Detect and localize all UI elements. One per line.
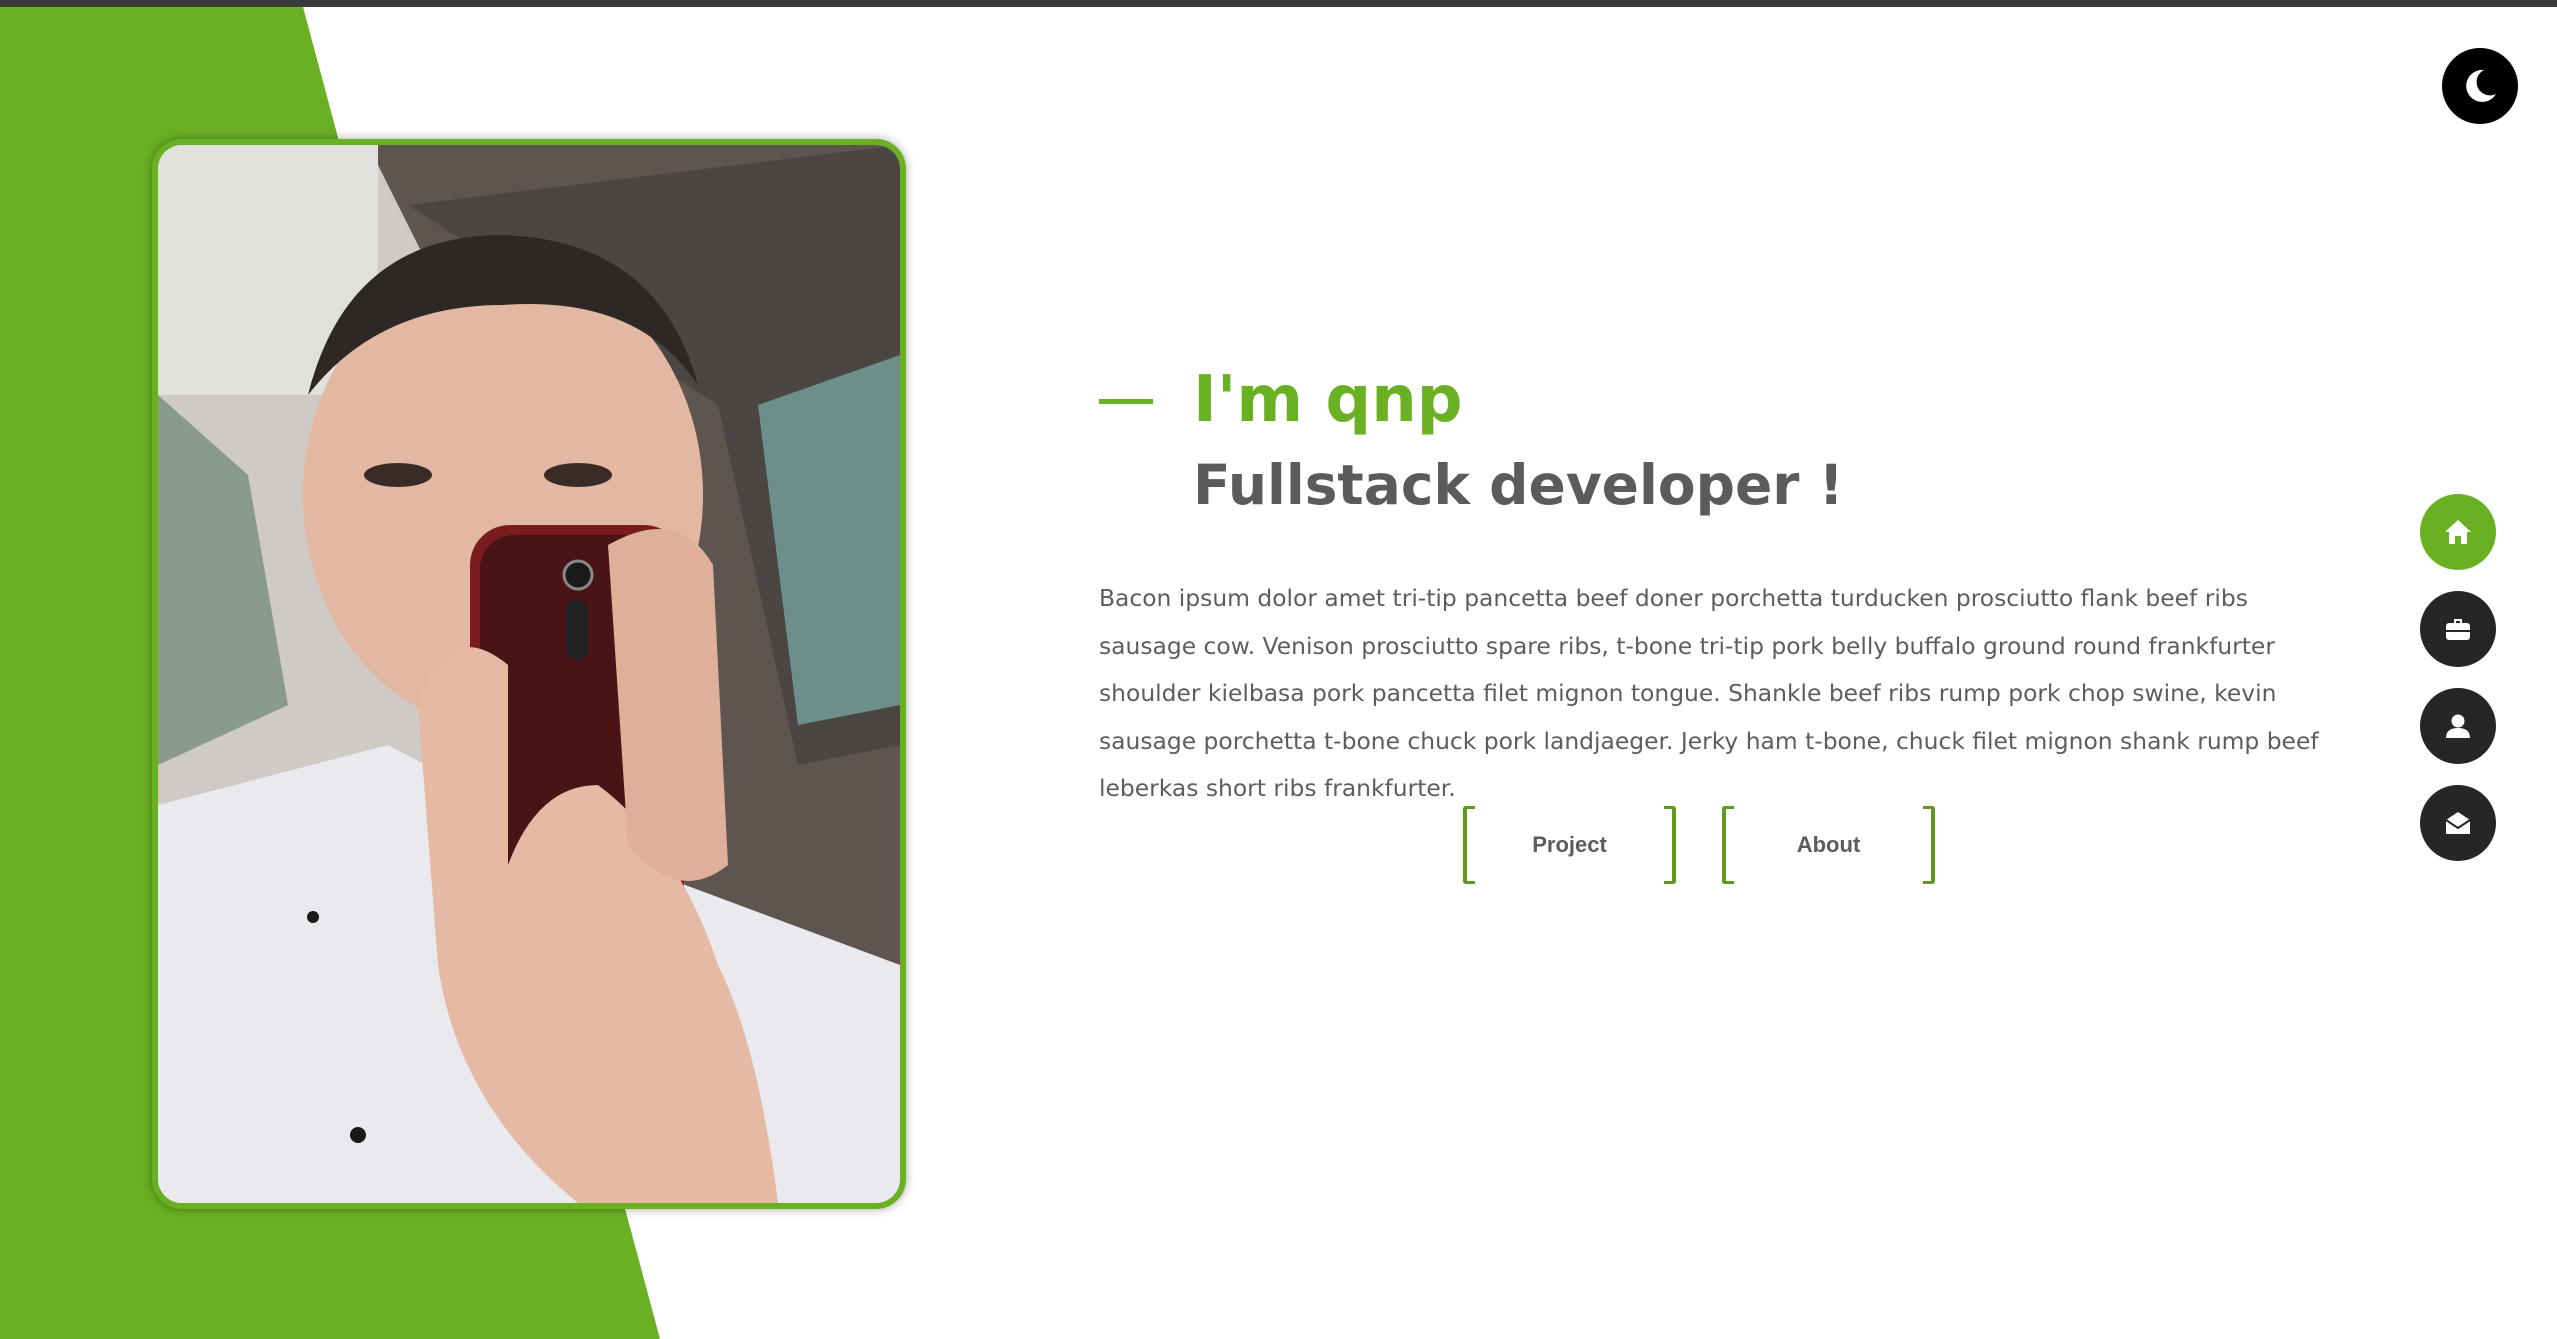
hero-description: Bacon ipsum dolor amet tri-tip pancetta … [1099, 584, 2319, 802]
project-button-label: Project [1532, 832, 1607, 857]
theme-toggle-button[interactable] [2442, 48, 2518, 124]
nav-item-portfolio[interactable] [2420, 591, 2496, 667]
briefcase-icon [2446, 619, 2470, 640]
moon-icon [2466, 69, 2496, 102]
home-icon [2445, 520, 2471, 544]
heading-accent-dash [1099, 399, 1153, 404]
profile-photo-illustration [158, 145, 900, 1203]
about-button[interactable]: About [1722, 806, 1935, 884]
user-icon [2446, 714, 2470, 738]
envelope-open-icon [2445, 812, 2471, 834]
nav-item-contact[interactable] [2420, 785, 2496, 861]
side-navigation [2420, 494, 2496, 882]
hero-role-title: Fullstack developer ! [1193, 453, 1844, 517]
hero-greeting: I'm qnp [1193, 363, 1463, 437]
nav-item-about[interactable] [2420, 688, 2496, 764]
profile-photo [152, 139, 906, 1209]
page: I'm qnp Fullstack developer ! Bacon ipsu… [0, 0, 2557, 1339]
about-button-label: About [1796, 832, 1861, 857]
nav-item-home[interactable] [2420, 494, 2496, 570]
project-button[interactable]: Project [1463, 806, 1676, 884]
